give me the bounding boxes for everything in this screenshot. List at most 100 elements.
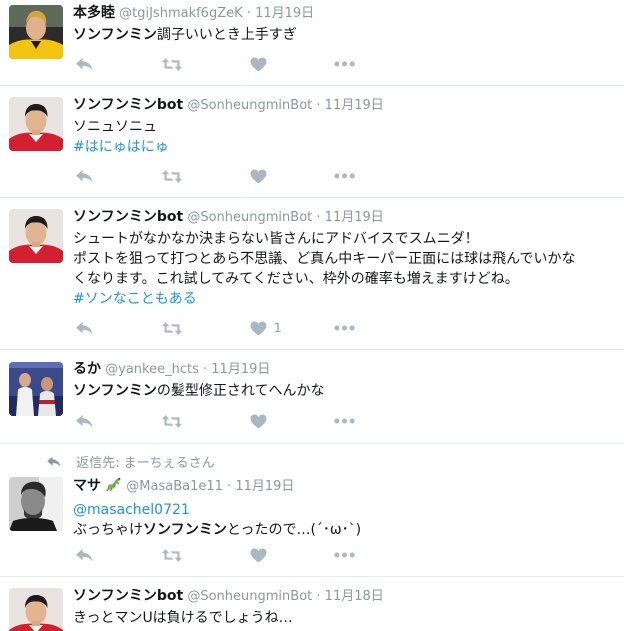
- display-name[interactable]: ソンフンミンbot: [73, 209, 183, 225]
- tweet[interactable]: ソンフンミンbot @SonheungminBot · 11月18日 きっとマン…: [0, 577, 624, 631]
- more-icon: [334, 61, 355, 67]
- tweet-actions: 1: [73, 318, 373, 338]
- tweet-actions: [73, 545, 373, 565]
- avatar[interactable]: [9, 97, 63, 151]
- hashtag-link[interactable]: #はにゅはにゅ: [73, 139, 169, 155]
- tweet-text: ソンフンミン調子いいとき上手すぎ: [73, 25, 618, 45]
- tweet[interactable]: るか @yankee_hcts · 11月19日 ソンフンミンの髪型修正されてへ…: [0, 350, 624, 444]
- separator: ·: [227, 479, 232, 494]
- reply-button[interactable]: [75, 318, 94, 338]
- reply-context-icon: [46, 456, 72, 471]
- retweet-icon: [161, 321, 183, 336]
- timestamp[interactable]: 11月19日: [325, 98, 384, 113]
- more-button[interactable]: [334, 318, 355, 338]
- tweet-text-line: シュートがなかなか決まらない皆さんにアドバイスでスムニダ！: [73, 231, 479, 247]
- username[interactable]: @MasaBa1e11: [126, 479, 223, 494]
- separator: ·: [203, 362, 208, 377]
- reply-button[interactable]: [75, 545, 94, 565]
- like-button[interactable]: 1: [250, 318, 282, 338]
- like-icon: [250, 169, 267, 184]
- retweet-button[interactable]: [161, 545, 183, 565]
- timestamp[interactable]: 11月19日: [325, 210, 384, 225]
- like-icon: [250, 548, 267, 563]
- reply-context[interactable]: 返信先: まーちぇるさん: [46, 452, 215, 471]
- username[interactable]: @tgiJshmakf6gZeK: [119, 6, 243, 21]
- retweet-button[interactable]: [161, 166, 183, 186]
- username[interactable]: @SonheungminBot: [187, 210, 312, 225]
- tweet[interactable]: 本多睦 @tgiJshmakf6gZeK · 11月19日 ソンフンミン調子いい…: [0, 0, 624, 86]
- tweet-actions: [73, 166, 373, 186]
- tweet-header: 本多睦 @tgiJshmakf6gZeK · 11月19日: [73, 4, 618, 23]
- tweet-text: ソンフンミンの髪型修正されてへんかな: [73, 381, 618, 401]
- more-button[interactable]: [334, 411, 355, 431]
- retweet-button[interactable]: [161, 411, 183, 431]
- username[interactable]: @yankee_hcts: [105, 362, 199, 377]
- timestamp[interactable]: 11月18日: [325, 589, 384, 604]
- more-icon: [334, 552, 355, 558]
- reply-context-text: 返信先: まーちぇるさん: [76, 456, 215, 471]
- reply-button[interactable]: [75, 54, 94, 74]
- display-name[interactable]: ソンフンミンbot: [73, 588, 183, 604]
- tweet-actions: [73, 54, 373, 74]
- tweet-text-line: ポストを狙って打つとあら不思議、ど真ん中キーパー正面には球は飛んでいかな: [73, 251, 576, 267]
- tweet-text-rest: とったので…(´･ω･`): [226, 522, 362, 538]
- like-button[interactable]: [250, 54, 267, 74]
- reply-button[interactable]: [75, 411, 94, 431]
- retweet-button[interactable]: [161, 54, 183, 74]
- tweet-header: ソンフンミンbot @SonheungminBot · 11月18日: [73, 587, 618, 606]
- tweet-header: ソンフンミンbot @SonheungminBot · 11月19日: [73, 208, 618, 227]
- highlighted-keyword: ソンフンミン: [73, 27, 157, 43]
- tweet-text-line: くなります。これ試してみてください、枠外の確率も増えますけどね。: [73, 271, 519, 287]
- reply-icon: [75, 414, 94, 429]
- tweet-header: ソンフンミンbot @SonheungminBot · 11月19日: [73, 96, 618, 115]
- like-button[interactable]: [250, 411, 267, 431]
- tweet-text: きっとマンUは負けるでしょうね…: [73, 610, 293, 626]
- separator: ·: [316, 98, 321, 113]
- more-button[interactable]: [334, 166, 355, 186]
- display-name[interactable]: 本多睦: [73, 5, 115, 21]
- like-count: 1: [274, 321, 282, 335]
- reply-icon: [75, 57, 94, 72]
- tweet-text-rest: 調子いいとき上手すぎ: [156, 27, 297, 43]
- highlighted-keyword: ソンフンミン: [143, 522, 227, 538]
- display-name[interactable]: ソンフンミンbot: [73, 97, 183, 113]
- avatar[interactable]: [9, 477, 63, 531]
- separator: ·: [316, 210, 321, 225]
- timestamp[interactable]: 11月19日: [235, 479, 294, 494]
- avatar[interactable]: [9, 588, 63, 631]
- username[interactable]: @SonheungminBot: [187, 589, 312, 604]
- separator: ·: [246, 6, 251, 21]
- more-button[interactable]: [334, 545, 355, 565]
- tweet-text-rest: の髪型修正されてへんかな: [156, 383, 325, 399]
- like-icon: [250, 321, 267, 336]
- tweet[interactable]: 返信先: まーちぇるさん マサ @MasaBa1e11 · 11月19日 @ma…: [0, 444, 624, 577]
- like-button[interactable]: [250, 166, 267, 186]
- like-button[interactable]: [250, 545, 267, 565]
- timestamp[interactable]: 11月19日: [255, 6, 314, 21]
- tweet-header: るか @yankee_hcts · 11月19日: [73, 360, 618, 379]
- like-icon: [250, 414, 267, 429]
- tweet[interactable]: ソンフンミンbot @SonheungminBot · 11月19日 シュートが…: [0, 198, 624, 350]
- tweet-text-pre: ぶっちゃけ: [73, 522, 143, 538]
- display-name[interactable]: るか: [73, 361, 101, 377]
- reply-icon: [75, 321, 94, 336]
- timestamp[interactable]: 11月19日: [211, 362, 270, 377]
- lizard-emoji-icon: [105, 475, 122, 498]
- reply-button[interactable]: [75, 166, 94, 186]
- tweet-text: ぶっちゃけソンフンミンとったので…(´･ω･`): [73, 520, 618, 540]
- hashtag-link[interactable]: #ソンなこともある: [73, 291, 197, 307]
- avatar[interactable]: [9, 209, 63, 263]
- more-button[interactable]: [334, 54, 355, 74]
- username[interactable]: @SonheungminBot: [187, 98, 312, 113]
- display-name[interactable]: マサ: [73, 478, 101, 494]
- highlighted-keyword: ソンフンミン: [73, 383, 157, 399]
- mention-link[interactable]: @masachel0721: [73, 502, 190, 518]
- avatar[interactable]: [9, 362, 63, 416]
- retweet-button[interactable]: [161, 318, 183, 338]
- tweet[interactable]: ソンフンミンbot @SonheungminBot · 11月19日 ソニュソニ…: [0, 86, 624, 198]
- tweet-header: マサ @MasaBa1e11 · 11月19日: [73, 475, 618, 498]
- more-icon: [334, 325, 355, 331]
- reply-icon: [75, 548, 94, 563]
- more-icon: [334, 173, 355, 179]
- avatar[interactable]: [9, 5, 63, 59]
